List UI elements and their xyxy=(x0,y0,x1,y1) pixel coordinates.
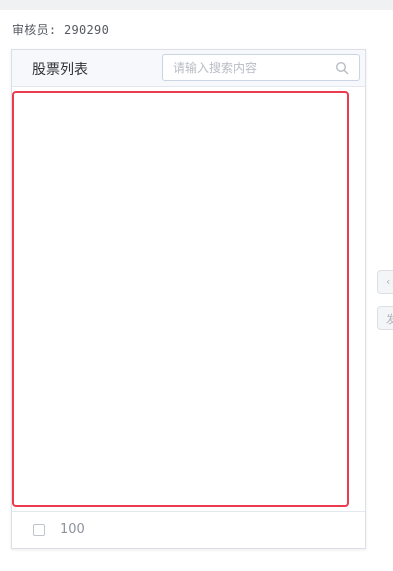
select-all-checkbox[interactable] xyxy=(33,524,45,536)
transfer-left-button[interactable]: ‹ xyxy=(377,270,393,294)
panel-header: 股票列表 xyxy=(12,50,365,87)
transfer-action-button[interactable]: 发 xyxy=(377,306,393,330)
chevron-left-icon: ‹ xyxy=(386,275,391,288)
search-icon[interactable] xyxy=(335,61,349,75)
item-count: 100 xyxy=(60,522,85,537)
search-input[interactable] xyxy=(163,55,333,80)
stock-list-body[interactable] xyxy=(12,91,349,507)
top-strip xyxy=(0,0,393,10)
panel-footer: 100 xyxy=(12,511,365,549)
arrow-right-icon: 发 xyxy=(386,311,393,327)
search-box[interactable] xyxy=(162,54,360,81)
panel-title: 股票列表 xyxy=(32,62,88,78)
stock-list-panel: 股票列表 100 xyxy=(11,49,366,549)
reviewer-label: 审核员: 290290 xyxy=(12,23,110,37)
